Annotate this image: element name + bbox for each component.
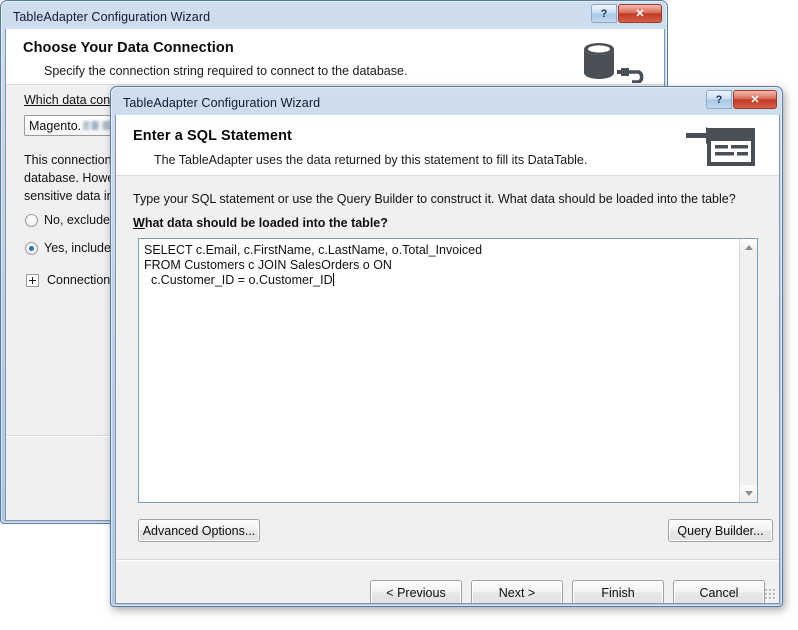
sql-statement-icon [684, 123, 764, 171]
query-builder-label: Query Builder... [677, 523, 764, 538]
foreground-resize-grip[interactable] [764, 588, 776, 600]
sql-statement-text[interactable]: SELECT c.Email, c.FirstName, c.LastName,… [139, 239, 739, 502]
connection-info-line-2: database. Howev [24, 171, 121, 185]
expand-plus-icon[interactable] [26, 273, 39, 287]
help-button[interactable]: ? [591, 4, 617, 23]
foreground-window-caption-buttons[interactable]: ? ✕ [706, 90, 777, 109]
foreground-window-title: TableAdapter Configuration Wizard [123, 96, 321, 110]
radio-button-off[interactable] [25, 213, 38, 227]
scroll-down-arrow[interactable] [740, 485, 757, 502]
previous-button[interactable]: < Previous [370, 580, 462, 603]
sql-statement-value: SELECT c.Email, c.FirstName, c.LastName,… [144, 243, 483, 287]
foreground-body: Type your SQL statement or use the Query… [116, 176, 779, 603]
sql-vertical-scrollbar[interactable] [739, 239, 757, 502]
sql-field-label-accel: W [133, 216, 145, 230]
background-window-title: TableAdapter Configuration Wizard [13, 10, 211, 24]
radio-include-sensitive-data[interactable]: Yes, include s [25, 241, 121, 255]
cancel-button[interactable]: Cancel [673, 580, 765, 603]
page-title: Enter a SQL Statement [133, 128, 292, 144]
cancel-label: Cancel [699, 585, 739, 600]
radio-button-on[interactable] [25, 241, 38, 255]
help-button[interactable]: ? [706, 90, 732, 109]
connection-label: Which data conn [24, 93, 118, 107]
connection-combobox-value: Magento. [29, 118, 82, 133]
finish-label: Finish [601, 585, 635, 600]
finish-button[interactable]: Finish [572, 580, 664, 603]
close-button[interactable]: ✕ [618, 4, 662, 23]
scroll-up-arrow[interactable] [740, 239, 757, 256]
connection-string-expander-label: Connection [47, 273, 111, 287]
connection-string-expander[interactable]: Connection [26, 273, 110, 287]
database-icon [577, 37, 657, 83]
page-subtitle: The TableAdapter uses the data returned … [154, 153, 588, 167]
background-page-subtitle: Specify the connection string required t… [44, 64, 408, 78]
foreground-window-titlebar[interactable]: TableAdapter Configuration Wizard ? ✕ [115, 90, 778, 115]
sql-field-label: What data should be loaded into the tabl… [133, 216, 388, 230]
background-window-titlebar[interactable]: TableAdapter Configuration Wizard ? ✕ [5, 4, 663, 29]
radio-exclude-label: No, exclude s [44, 213, 120, 227]
background-page-title: Choose Your Data Connection [23, 40, 234, 56]
next-button[interactable]: Next > [471, 580, 563, 603]
previous-label: < Previous [386, 585, 446, 600]
foreground-window-enter-sql-statement[interactable]: TableAdapter Configuration Wizard ? ✕ En… [110, 86, 783, 607]
background-window-caption-buttons[interactable]: ? ✕ [591, 4, 662, 23]
connection-info-line-3: sensitive data in [24, 189, 114, 203]
footer-separator [116, 559, 779, 560]
sql-field-label-rest: hat data should be loaded into the table… [144, 216, 388, 230]
foreground-wizard-header: Enter a SQL Statement The TableAdapter u… [116, 115, 779, 176]
advanced-options-label: Advanced Options... [142, 523, 256, 538]
close-button[interactable]: ✕ [733, 90, 777, 109]
connection-info-line-1: This connection [24, 153, 112, 167]
text-caret [332, 273, 334, 286]
radio-exclude-sensitive-data[interactable]: No, exclude s [25, 213, 120, 227]
foreground-window-client: Enter a SQL Statement The TableAdapter u… [115, 115, 780, 604]
next-label: Next > [498, 585, 536, 600]
sql-statement-textarea[interactable]: SELECT c.Email, c.FirstName, c.LastName,… [138, 238, 758, 503]
advanced-options-button[interactable]: Advanced Options... [138, 519, 260, 542]
query-builder-button[interactable]: Query Builder... [668, 519, 773, 542]
background-wizard-header: Choose Your Data Connection Specify the … [6, 29, 664, 85]
sql-instruction-text: Type your SQL statement or use the Query… [133, 192, 736, 206]
